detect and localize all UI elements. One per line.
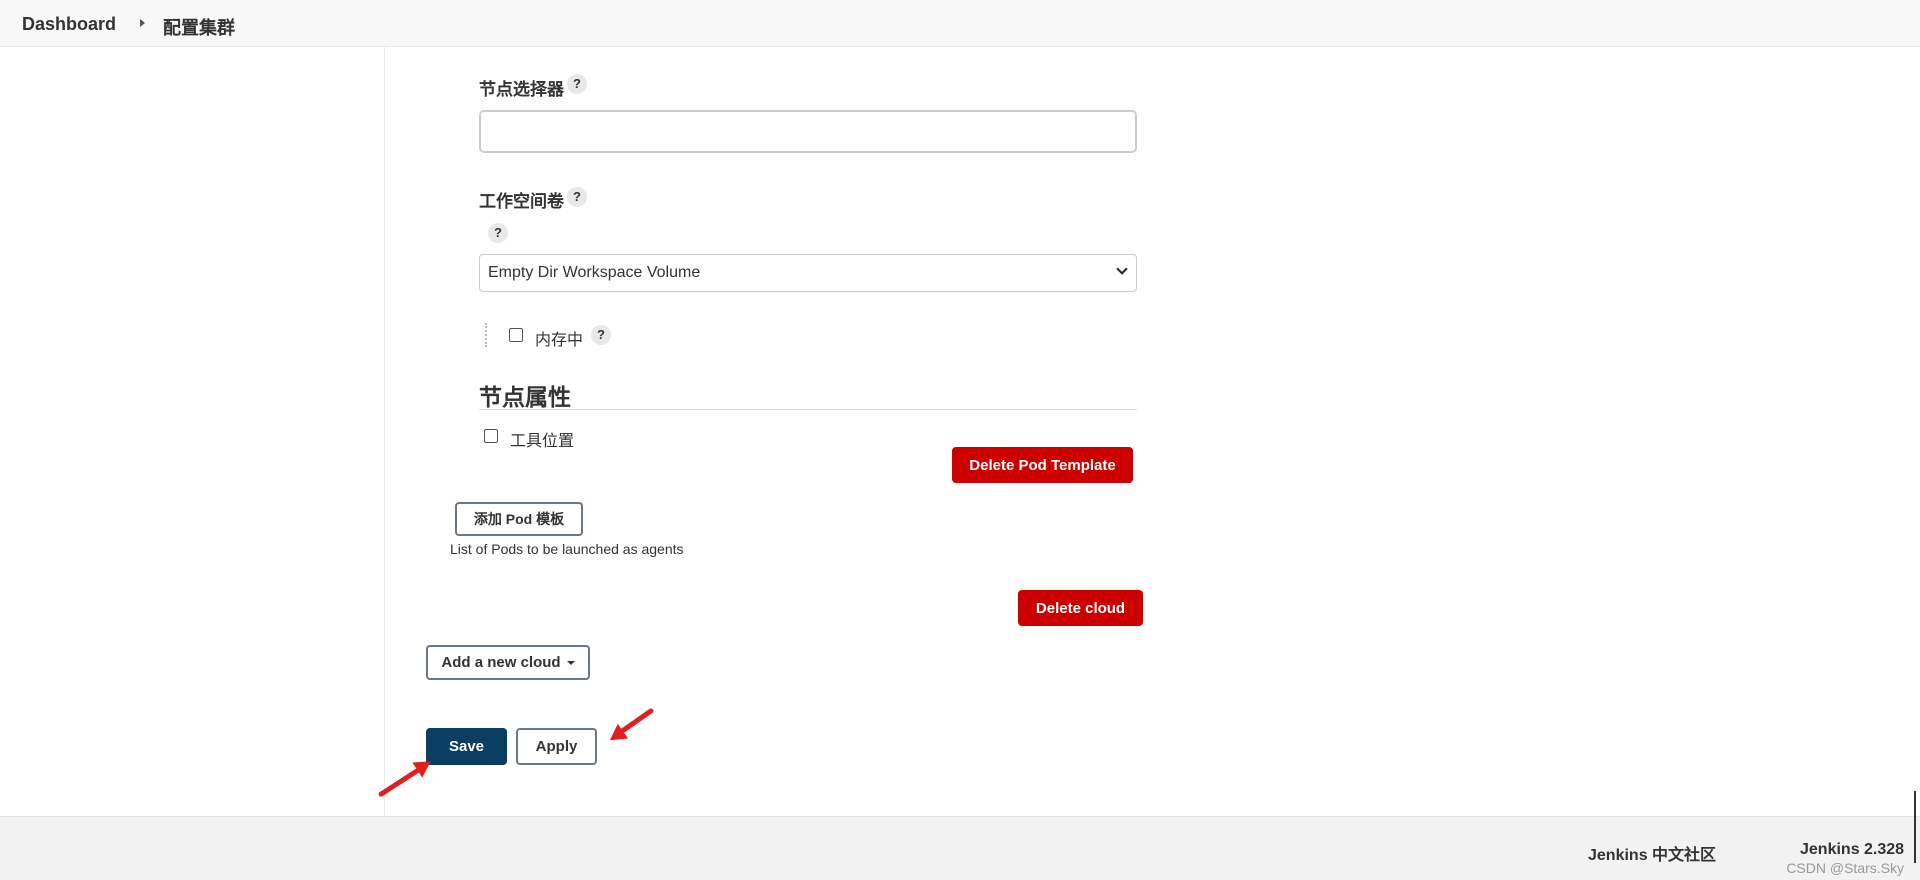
save-button[interactable]: Save [426, 728, 507, 765]
workspace-volume-select[interactable]: Empty Dir Workspace Volume [479, 254, 1137, 292]
chevron-down-icon [1116, 263, 1128, 275]
breadcrumb-dashboard[interactable]: Dashboard [22, 14, 116, 35]
page-footer: Jenkins 中文社区 Jenkins 2.328 CSDN @Stars.S… [0, 816, 1920, 880]
workspace-volume-label: 工作空间卷 [479, 192, 564, 211]
workspace-volume-type-help-icon[interactable]: ? [488, 223, 508, 243]
workspace-volume-selected-value: Empty Dir Workspace Volume [488, 264, 701, 281]
workspace-volume-help-icon[interactable]: ? [567, 187, 587, 207]
breadcrumb-configure-clouds[interactable]: 配置集群 [163, 14, 235, 40]
delete-cloud-button[interactable]: Delete cloud [1018, 590, 1143, 626]
pods-hint-text: List of Pods to be launched as agents [450, 541, 684, 557]
annotation-arrow-apply [616, 707, 655, 737]
nested-option-guide [485, 323, 487, 347]
add-pod-template-button[interactable]: 添加 Pod 模板 [455, 502, 583, 536]
add-new-cloud-button[interactable]: Add a new cloud [426, 645, 590, 680]
tool-location-label: 工具位置 [510, 433, 575, 450]
in-memory-help-icon[interactable]: ? [591, 325, 611, 345]
scrollbar[interactable] [1914, 791, 1916, 863]
caret-down-icon [566, 660, 575, 665]
section-divider [479, 409, 1137, 410]
node-selector-label: 节点选择器 [479, 80, 564, 99]
delete-pod-template-button[interactable]: Delete Pod Template [952, 447, 1133, 483]
node-selector-help-icon[interactable]: ? [567, 74, 587, 94]
footer-version-link[interactable]: Jenkins 2.328 [1800, 841, 1904, 859]
apply-button[interactable]: Apply [516, 728, 597, 765]
node-selector-input[interactable] [479, 110, 1137, 153]
breadcrumb-separator-icon [140, 19, 145, 27]
watermark: CSDN @Stars.Sky [1786, 860, 1904, 876]
in-memory-label: 内存中 [535, 332, 584, 349]
tool-location-checkbox[interactable] [484, 429, 498, 443]
footer-community-link[interactable]: Jenkins 中文社区 [1588, 841, 1716, 865]
breadcrumb: Dashboard 配置集群 [0, 0, 1920, 47]
sidebar-divider [384, 47, 385, 816]
in-memory-checkbox[interactable] [509, 328, 523, 342]
node-properties-heading: 节点属性 [479, 384, 571, 410]
add-new-cloud-label: Add a new cloud [441, 654, 561, 671]
